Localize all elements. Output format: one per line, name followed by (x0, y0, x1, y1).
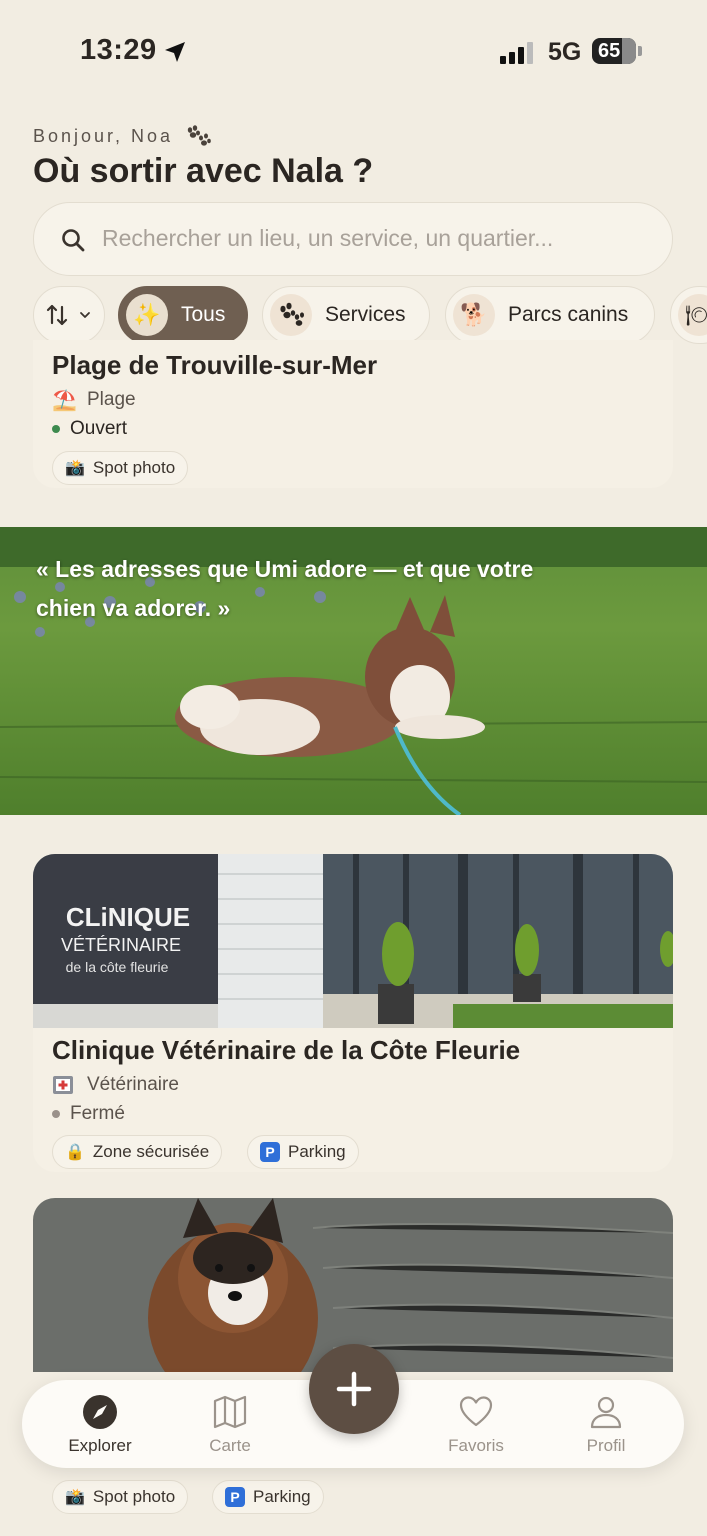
parking-icon: P (260, 1142, 280, 1162)
clinic-sign-line3: de la côte fleurie (66, 959, 169, 975)
paws-icon (187, 125, 211, 146)
signal-icon (500, 42, 533, 64)
battery-tip (638, 46, 642, 56)
plus-icon (336, 1371, 372, 1407)
greeting: Bonjour, Noa (33, 126, 174, 146)
tag-spot-photo: 📸 Spot photo (52, 1480, 189, 1514)
tab-carte[interactable]: Carte (175, 1394, 285, 1456)
paw-icon (270, 294, 312, 336)
place-title: Plage de Trouville-sur-Mer (52, 350, 378, 380)
place-category: Plage (87, 389, 136, 410)
camera-icon: 📸 (65, 1489, 85, 1506)
dog-icon: 🐕 (453, 294, 495, 336)
place-status: Ouvert (70, 418, 128, 439)
battery-level: 65 (598, 40, 621, 62)
filter-chip-label: Parcs canins (508, 303, 629, 326)
map-icon (213, 1395, 247, 1429)
tab-label: Favoris (448, 1436, 504, 1455)
status-time: 13:29 (80, 34, 157, 66)
tag-parking: P Parking (212, 1480, 324, 1514)
tab-explorer[interactable]: Explorer (45, 1394, 155, 1456)
tag-parking: P Parking (247, 1135, 359, 1169)
tag-label: Parking (253, 1487, 311, 1506)
tag-label: Zone sécurisée (92, 1142, 210, 1161)
user-icon (590, 1396, 622, 1429)
search-input[interactable]: Rechercher un lieu, un service, un quart… (102, 225, 553, 252)
filter-chip-restaurants[interactable]: 🍽 (670, 286, 707, 344)
plate-icon: 🍽 (678, 294, 707, 336)
tab-profil[interactable]: Profil (551, 1394, 661, 1456)
tag-zone-securisee: 🔒 Zone sécurisée (52, 1135, 223, 1169)
tag-label: Parking (288, 1142, 346, 1161)
place-status: Fermé (70, 1103, 125, 1124)
location-arrow-icon (165, 42, 185, 62)
lock-icon: 🔒 (65, 1144, 85, 1161)
filter-chip-parcs-canins[interactable]: 🐕 Parcs canins (445, 286, 655, 344)
sort-icon (46, 304, 90, 326)
tag-label: Spot photo (92, 458, 176, 477)
compass-icon (83, 1395, 117, 1429)
tab-label: Profil (586, 1436, 626, 1455)
parking-icon: P (225, 1487, 245, 1507)
battery-indicator: 65 (592, 38, 636, 64)
filter-chip-label: Tous (181, 303, 226, 326)
clinic-sign-line2: VÉTÉRINAIRE (61, 935, 181, 955)
tag-spot-photo: 📸 Spot photo (52, 451, 189, 485)
filter-chip-tous[interactable]: ✨ Tous (118, 286, 248, 344)
sort-button[interactable] (33, 286, 105, 344)
place-category: Vétérinaire (87, 1074, 179, 1095)
camera-icon: 📸 (65, 460, 85, 477)
add-place-button[interactable] (309, 1344, 399, 1434)
page-title: Où sortir avec Nala ? (33, 152, 374, 190)
tab-label: Carte (209, 1436, 251, 1455)
tab-favoris[interactable]: Favoris (421, 1394, 531, 1456)
network-type: 5G (548, 38, 582, 66)
clinic-sign-line1: CLiNIQUE (66, 902, 190, 932)
place-photo: CLiNIQUE VÉTÉRINAIRE de la côte fleurie (33, 854, 673, 1028)
place-title: Clinique Vétérinaire de la Côte Fleurie (52, 1035, 521, 1065)
filter-chip-label: Services (325, 303, 406, 326)
sparkles-icon: ✨ (126, 294, 168, 336)
tag-label: Spot photo (92, 1487, 176, 1506)
tab-label: Explorer (68, 1436, 132, 1455)
closed-status-dot (52, 1110, 60, 1118)
open-status-dot (52, 425, 60, 433)
search-icon (62, 229, 85, 252)
heart-icon (459, 1396, 493, 1427)
filter-chip-services[interactable]: Services (262, 286, 430, 344)
hospital-icon (53, 1076, 73, 1094)
hero-quote: « Les adresses que Umi adore — et que vo… (36, 556, 534, 621)
beach-icon: ⛱️ (52, 390, 77, 412)
